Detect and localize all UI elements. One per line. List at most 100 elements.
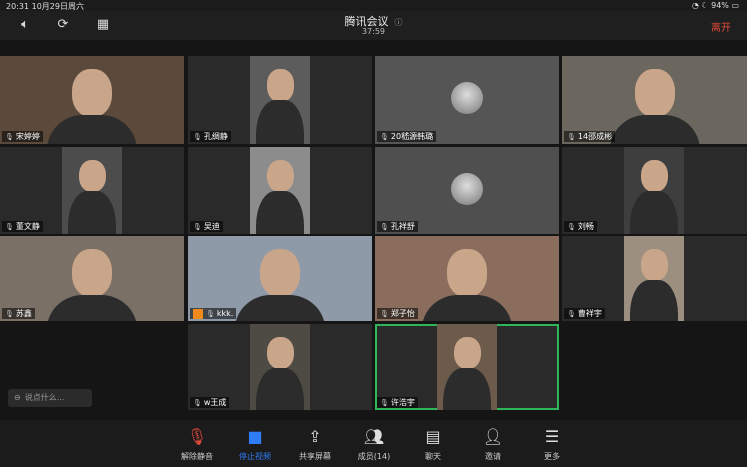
participant-tile[interactable]: 🎙︎ 曹祥宇: [562, 236, 747, 321]
participant-name: kkk.: [216, 309, 234, 318]
toolbar-button[interactable]: 👤︎ 邀请: [468, 426, 518, 462]
participant-video: [250, 324, 310, 410]
participant-tile[interactable]: 🎙︎ 宋婷婷: [0, 56, 184, 144]
share-screen-icon: ⇪: [308, 427, 322, 446]
host-badge-icon: [193, 308, 203, 319]
mic-icon: 🎙︎: [567, 310, 576, 318]
participant-name-tag: 🎙︎ 孔祥舒: [377, 221, 418, 232]
mic-icon: 🎙︎: [193, 399, 202, 407]
participant-name: 苏鑫: [15, 309, 32, 318]
participant-tile[interactable]: 🎙︎ w王成: [188, 324, 372, 410]
participant-name: 董文静: [15, 222, 40, 231]
participant-name-tag: 🎙︎ 吴迪: [190, 221, 223, 232]
participant-tile[interactable]: 🎙︎ 孔祥舒: [375, 147, 559, 234]
person-body: [422, 294, 512, 321]
mic-icon: 🎙︎: [5, 133, 14, 141]
chat-icon: ▤: [425, 427, 441, 446]
participant-video: [624, 147, 684, 234]
participant-tile[interactable]: 🎙︎ 吴迪: [188, 147, 372, 234]
participant-tile[interactable]: 🎙︎ kkk.: [188, 236, 372, 321]
participant-tile[interactable]: 🎙︎ 14邵成彬: [562, 56, 747, 144]
participant-name: 孔祥舒: [390, 222, 415, 231]
participant-name: 刘畅: [577, 222, 594, 231]
mic-icon: 🎙︎: [5, 223, 14, 231]
bottom-toolbar: 🎙︎ 解除静音 ■ 停止视频 ⇪ 共享屏幕 👥︎ 成员(14) ▤ 聊天 👤︎ 邀请 ☰ 更多: [0, 420, 747, 467]
participant-tile[interactable]: 🎙︎ 20嵇源韩璐: [375, 56, 559, 144]
participant-tile[interactable]: 🎙︎ 孔绸静: [188, 56, 372, 144]
participant-name-tag: 🎙︎ 孔绸静: [190, 131, 231, 142]
participant-tile[interactable]: 🎙︎ 苏鑫: [0, 236, 184, 321]
participant-name-tag: 🎙︎ w王成: [190, 397, 230, 408]
participant-tile[interactable]: 🎙︎ 刘畅: [562, 147, 747, 234]
leave-button[interactable]: 离开: [711, 19, 731, 34]
person-silhouette: [640, 248, 668, 282]
avatar: [451, 82, 483, 114]
participant-tile[interactable]: 🎙︎ 许浩宇: [375, 324, 559, 410]
person-body: [443, 367, 491, 410]
person-silhouette: [453, 336, 481, 370]
toolbar-button[interactable]: 👥︎ 成员(14): [349, 426, 399, 462]
mic-icon: 🎙︎: [380, 310, 389, 318]
participant-name-tag: 🎙︎ 20嵇源韩璐: [377, 131, 437, 142]
person-silhouette: [266, 69, 294, 102]
toolbar-button[interactable]: ■ 停止视频: [230, 426, 280, 462]
wifi-icon: ◔: [691, 1, 699, 10]
battery-icon: ▭: [731, 1, 739, 10]
more-icon: ☰: [544, 427, 560, 446]
participant-name: 郑子怡: [390, 309, 415, 318]
toolbar-button[interactable]: 🎙︎ 解除静音: [172, 426, 222, 462]
participant-name-tag: 🎙︎ 董文静: [2, 221, 43, 232]
participant-name: 许浩宇: [390, 398, 415, 407]
chat-bubble-icon: ⊖: [14, 393, 21, 402]
participant-video: [62, 147, 122, 234]
participant-tile[interactable]: 🎙︎ 郑子怡: [375, 236, 559, 321]
mic-icon: 🎙︎: [193, 223, 202, 231]
participant-name-tag: 🎙︎ 郑子怡: [377, 308, 418, 319]
participant-name: 孔绸静: [203, 132, 228, 141]
chat-input[interactable]: ⊖ 说点什么...: [8, 389, 92, 407]
person-silhouette: [72, 248, 112, 297]
toolbar-label: 邀请: [485, 452, 501, 461]
toolbar-button[interactable]: ▤ 聊天: [408, 426, 458, 462]
toolbar-label: 更多: [544, 452, 560, 461]
meeting-header: 🔈︎ ⟳ ▦ 腾讯会议 ⓘ 37:59 离开: [0, 11, 747, 40]
toolbar-label: 解除静音: [181, 452, 213, 461]
person-body: [630, 191, 678, 234]
person-silhouette: [266, 336, 294, 370]
person-body: [256, 191, 304, 234]
mic-icon: 🎙︎: [380, 133, 389, 141]
participant-name-tag: 🎙︎ 苏鑫: [2, 308, 35, 319]
person-body: [47, 115, 137, 144]
mic-muted-icon: 🎙︎: [186, 427, 208, 446]
person-silhouette: [72, 69, 112, 118]
toolbar-label: 成员(14): [357, 452, 391, 461]
participant-name-tag: 🎙︎ 许浩宇: [377, 397, 418, 408]
participant-name: 20嵇源韩璐: [390, 132, 434, 141]
participant-video: [250, 147, 310, 234]
person-silhouette: [634, 69, 675, 118]
participant-name: 曹祥宇: [577, 309, 602, 318]
participant-name-tag: 🎙︎ 曹祥宇: [564, 308, 605, 319]
participant-video: [624, 236, 684, 321]
person-body: [68, 191, 116, 234]
avatar: [451, 172, 483, 205]
video-grid: 🎙︎ 宋婷婷 🎙︎ 孔绸静 🎙︎ 20嵇源韩璐 🎙︎ 14邵成彬 🎙︎ 董文静 🎙︎ 吴迪 🎙︎ 孔祥舒 🎙…: [0, 56, 747, 410]
status-right: ◔ ☾ 94% ▭: [692, 1, 739, 10]
person-silhouette: [266, 160, 294, 193]
toolbar-button[interactable]: ☰ 更多: [527, 426, 577, 462]
participant-tile[interactable]: 🎙︎ 董文静: [0, 147, 184, 234]
participant-name-tag: 🎙︎ kkk.: [190, 308, 237, 319]
participant-name-tag: 🎙︎ 宋婷婷: [2, 131, 43, 142]
toolbar-label: 停止视频: [239, 452, 271, 461]
person-body: [630, 279, 678, 321]
person-body: [235, 294, 325, 321]
info-icon[interactable]: ⓘ: [395, 18, 403, 27]
person-body: [609, 115, 700, 144]
person-silhouette: [640, 160, 668, 193]
mic-icon: 🎙︎: [206, 310, 215, 318]
invite-icon: 👤︎: [482, 427, 504, 446]
toolbar-button[interactable]: ⇪ 共享屏幕: [290, 426, 340, 462]
participant-name: 吴迪: [203, 222, 220, 231]
mic-icon: 🎙︎: [380, 399, 389, 407]
participant-name: 14邵成彬: [577, 132, 613, 141]
